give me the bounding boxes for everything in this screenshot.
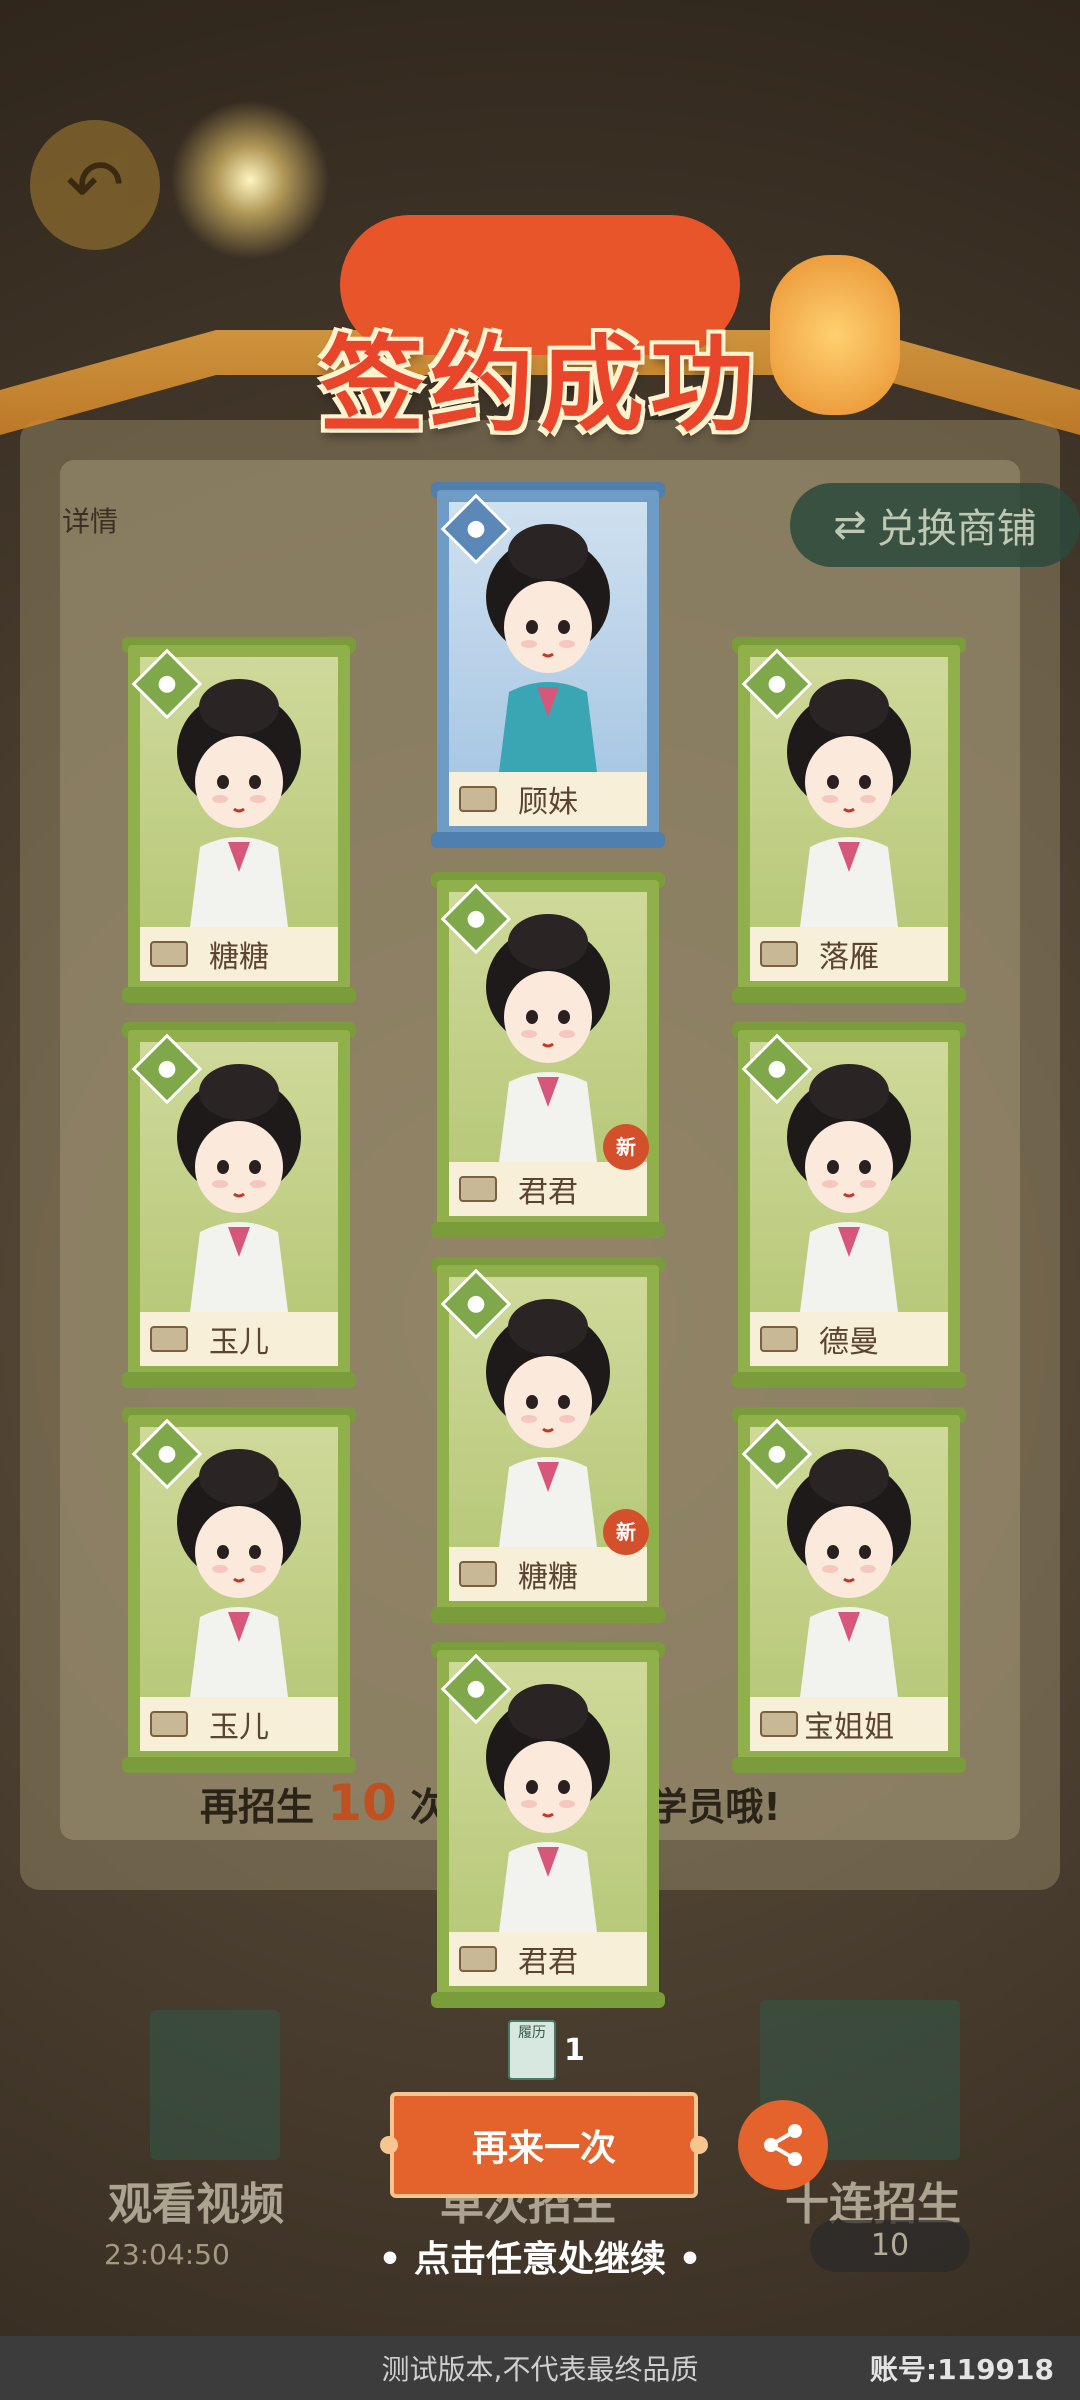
tap-to-continue-hint[interactable]: • 点击任意处继续 • <box>0 2230 1080 2282</box>
resume-counter: 履历 1 <box>508 2020 585 2080</box>
scroll-rod-bottom <box>431 1222 665 1238</box>
character-card[interactable]: ● 德曼 <box>732 1022 966 1388</box>
card-name-bar: 君君 <box>449 1162 647 1216</box>
scroll-rod-bottom <box>732 1372 966 1388</box>
character-name: 玉儿 <box>209 1710 269 1745</box>
character-card[interactable]: ● 顾妹 <box>431 482 665 848</box>
card-name-bar: 玉儿 <box>140 1697 338 1751</box>
scroll-note-icon <box>760 1326 798 1352</box>
exchange-shop-button: ⇄ 兑换商铺 <box>790 483 1080 567</box>
video-book-icon <box>150 2010 280 2160</box>
scroll-note-icon <box>459 786 497 812</box>
new-badge: 新 <box>603 1124 649 1170</box>
recruit-hint-number: 10 <box>327 1774 397 1832</box>
scroll-note-icon <box>760 941 798 967</box>
scroll-rod-bottom <box>122 987 356 1003</box>
scroll-rod-bottom <box>732 987 966 1003</box>
banner-title: 签约成功 <box>319 324 760 446</box>
character-card[interactable]: ● 宝姐姐 <box>732 1407 966 1773</box>
scroll-note-icon <box>150 1326 188 1352</box>
account-id: 账号:119918 <box>869 2353 1054 2386</box>
card-name-bar: 糖糖 <box>140 927 338 981</box>
character-name: 落雁 <box>819 940 879 975</box>
scroll-note-icon <box>459 1176 497 1202</box>
exchange-shop-label: 兑换商铺 <box>876 506 1037 552</box>
exchange-icon: ⇄ <box>833 502 867 548</box>
character-card[interactable]: ● 糖糖 新 <box>431 1257 665 1623</box>
character-card[interactable]: ● 玉儿 <box>122 1407 356 1773</box>
scroll-note-icon <box>150 1711 188 1737</box>
card-name-bar: 君君 <box>449 1932 647 1986</box>
share-icon <box>764 2124 802 2166</box>
character-name: 宝姐姐 <box>804 1710 894 1745</box>
character-card[interactable]: ● 落雁 <box>732 637 966 1003</box>
character-name: 君君 <box>518 1945 578 1980</box>
scroll-rod-bottom <box>431 832 665 848</box>
card-name-bar: 糖糖 <box>449 1547 647 1601</box>
scroll-note-icon <box>760 1711 798 1737</box>
character-name: 君君 <box>518 1175 578 1210</box>
back-arrow-icon: ↶ <box>30 120 160 250</box>
card-name-bar: 落雁 <box>750 927 948 981</box>
card-name-bar: 德曼 <box>750 1312 948 1366</box>
character-card[interactable]: ● 玉儿 <box>122 1022 356 1388</box>
watch-video-label: 观看视频 <box>108 2179 284 2230</box>
share-button[interactable] <box>738 2100 828 2190</box>
recruit-hint-prefix: 再招生 <box>200 1785 315 1829</box>
character-name: 德曼 <box>819 1325 879 1360</box>
resume-count: 1 <box>564 2032 585 2068</box>
card-name-bar: 宝姐姐 <box>750 1697 948 1751</box>
scroll-rod-bottom <box>431 1607 665 1623</box>
character-name: 糖糖 <box>209 940 269 975</box>
character-card[interactable]: ● 君君 <box>431 1642 665 2008</box>
scroll-rod-bottom <box>431 1992 665 2008</box>
card-name-bar: 顾妹 <box>449 772 647 826</box>
character-name: 顾妹 <box>518 785 578 820</box>
scroll-note-icon <box>150 941 188 967</box>
character-name: 玉儿 <box>209 1325 269 1360</box>
scroll-note-icon <box>459 1946 497 1972</box>
card-name-bar: 玉儿 <box>140 1312 338 1366</box>
retry-button[interactable]: 再来一次 <box>380 2092 708 2198</box>
character-card[interactable]: ● 糖糖 <box>122 637 356 1003</box>
character-name: 糖糖 <box>518 1560 578 1595</box>
footer-bar: 测试版本,不代表最终品质 账号:119918 <box>0 2336 1080 2400</box>
firework-decoration <box>170 100 330 260</box>
detail-label: 详情 <box>62 505 119 538</box>
scroll-rod-bottom <box>122 1372 356 1388</box>
scroll-rod-bottom <box>732 1757 966 1773</box>
scroll-rod-bottom <box>122 1757 356 1773</box>
scroll-note-icon <box>459 1561 497 1587</box>
resume-doc-icon: 履历 <box>508 2020 556 2080</box>
character-card[interactable]: ● 君君 新 <box>431 872 665 1238</box>
new-badge: 新 <box>603 1509 649 1555</box>
